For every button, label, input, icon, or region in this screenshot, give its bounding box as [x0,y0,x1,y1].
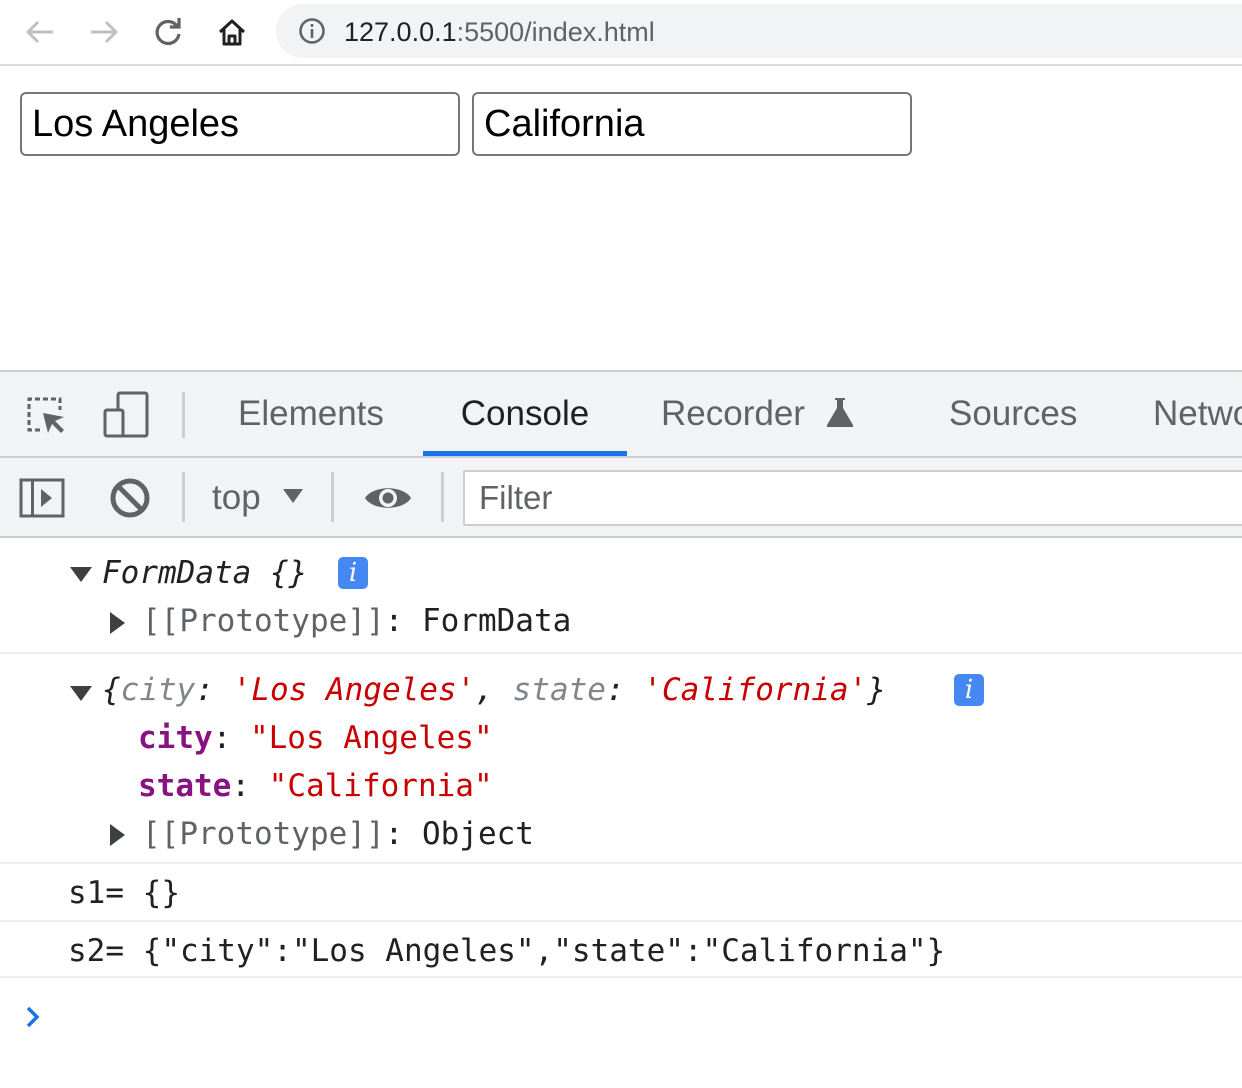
collapse-triangle-icon[interactable] [110,612,125,634]
prototype-row[interactable]: [[Prototype]]: Object [142,814,534,854]
property-city: city: "Los Angeles" [138,720,493,756]
prototype-key: [[Prototype]] [142,816,385,852]
live-expression-button[interactable] [360,476,416,520]
console-output: FormData {} i [[Prototype]]: FormData {c… [0,540,1242,978]
prototype-value: FormData [421,603,572,639]
chevron-down-icon [283,489,303,503]
arrow-left-icon [25,20,53,44]
info-badge-icon[interactable]: i [338,557,368,589]
log-s1: s1= {} [68,875,180,911]
home-icon [218,19,246,46]
page-content [0,68,1242,370]
url-host: 127.0.0.1 [344,17,457,47]
collapse-triangle-icon[interactable] [110,824,125,846]
home-button[interactable] [212,12,252,52]
console-message-formdata: FormData {} i [[Prototype]]: FormData [0,540,1242,654]
state-input[interactable] [472,92,912,156]
devtools-panel: Elements Console Recorder Sources Netwo [0,370,1242,1088]
flask-icon [826,398,853,427]
prototype-row[interactable]: [[Prototype]]: FormData [142,601,571,641]
expand-triangle-icon[interactable] [70,567,92,582]
console-message-object: {city: 'Los Angeles', state: 'California… [0,654,1242,864]
arrow-right-icon [91,20,119,44]
summary-key-state: state [512,672,606,708]
filter-input[interactable] [463,470,1242,526]
console-message-s1: s1= {} [0,864,1242,922]
context-label: top [212,478,261,517]
prototype-value: Object [421,816,534,852]
info-circle-icon[interactable] [298,17,326,45]
reload-button[interactable] [148,12,188,52]
url-text[interactable]: 127.0.0.1:5500/index.html [344,17,655,47]
block-clear-icon [110,478,150,518]
info-badge-icon[interactable]: i [954,674,984,706]
eye-icon [365,488,411,508]
console-toolbar-divider-1 [182,472,185,522]
show-sidebar-icon [19,478,65,518]
clear-console-button[interactable] [108,476,152,520]
address-bar[interactable]: 127.0.0.1:5500/index.html [276,4,1242,58]
tab-recorder-label: Recorder [661,394,805,433]
city-input[interactable] [20,92,460,156]
console-prompt-chevron-icon[interactable] [20,1002,46,1032]
url-path: :5500/index.html [456,17,655,47]
prototype-key: [[Prototype]] [142,603,385,639]
tab-console[interactable]: Console [423,372,627,456]
sidebar-toggle-button[interactable] [18,474,66,522]
summary-value-city: 'Los Angeles' [232,672,476,708]
formdata-summary[interactable]: FormData {} [102,553,307,593]
device-toolbar-button[interactable] [100,390,152,440]
tab-recorder[interactable]: Recorder [647,372,869,456]
device-mode-icon [103,391,149,438]
console-message-s2: s2= {"city":"Los Angeles","state":"Calif… [0,922,1242,978]
tab-sources[interactable]: Sources [935,372,1091,456]
property-state-value: "California" [268,768,493,804]
summary-value-state: 'California' [643,672,868,708]
devtools-tab-bar: Elements Console Recorder Sources Netwo [0,372,1242,458]
inspect-element-button[interactable] [22,392,68,438]
forward-button[interactable] [84,12,124,52]
property-city-value: "Los Angeles" [249,720,493,756]
object-summary[interactable]: {city: 'Los Angeles', state: 'California… [102,670,886,710]
tab-network[interactable]: Netwo [1139,372,1242,456]
expand-triangle-icon[interactable] [70,686,92,701]
reload-icon [155,18,181,46]
summary-key-city: city [120,672,196,708]
browser-toolbar: 127.0.0.1:5500/index.html [0,0,1242,66]
console-toolbar-divider-2 [331,472,334,522]
console-toolbar-divider-3 [441,472,444,522]
toolbar-divider [182,392,185,438]
inspect-cursor-icon [27,397,64,433]
console-toolbar: top [0,458,1242,538]
back-button[interactable] [20,12,60,52]
property-state-key: state [138,768,232,804]
tab-elements[interactable]: Elements [224,372,398,456]
property-city-key: city [138,720,213,756]
log-s2: s2= {"city":"Los Angeles","state":"Calif… [68,933,946,969]
property-state: state: "California" [138,768,493,804]
